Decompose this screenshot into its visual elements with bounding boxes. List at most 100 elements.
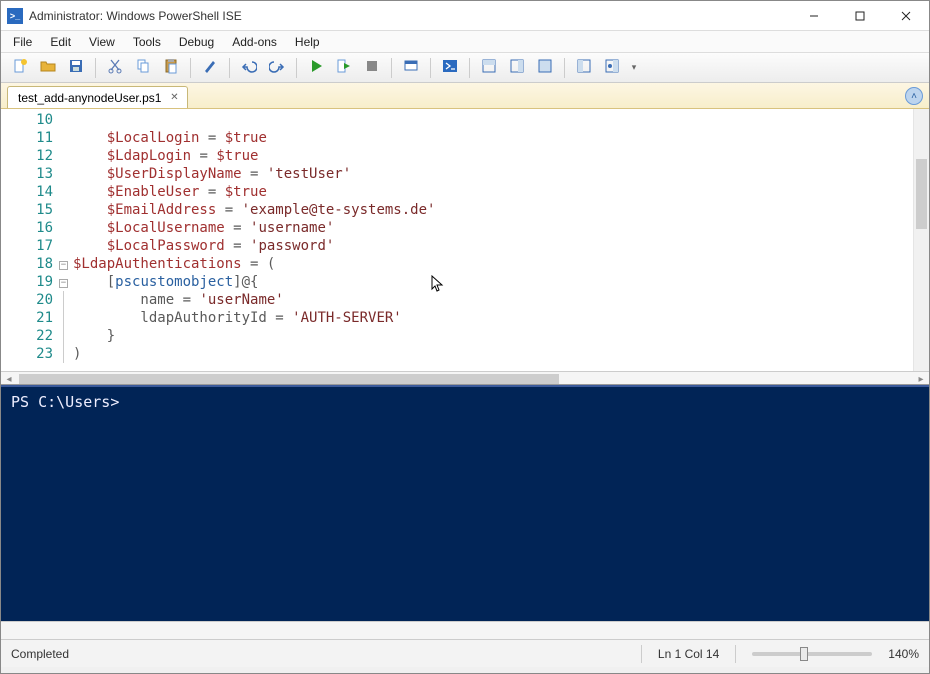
- code-line[interactable]: ): [73, 345, 929, 363]
- bottom-spacer: [1, 621, 929, 639]
- minimize-button[interactable]: [791, 1, 837, 30]
- fold-marker: [59, 327, 73, 345]
- menu-tools[interactable]: Tools: [125, 33, 169, 51]
- scrollbar-thumb[interactable]: [916, 159, 927, 229]
- code-line[interactable]: $EmailAddress = 'example@te-systems.de': [73, 201, 929, 219]
- code-content[interactable]: $LocalLogin = $true $LdapLogin = $true $…: [73, 109, 929, 371]
- scrollbar-thumb[interactable]: [19, 374, 559, 384]
- line-number: 17: [1, 237, 53, 255]
- new-button[interactable]: [7, 56, 33, 80]
- undo-button[interactable]: [236, 56, 262, 80]
- titlebar: >_ Administrator: Windows PowerShell ISE: [1, 1, 929, 31]
- code-line[interactable]: $LocalUsername = 'username': [73, 219, 929, 237]
- line-number-gutter: 1011121314151617181920212223: [1, 109, 59, 371]
- chevron-up-icon: ˄: [911, 91, 917, 102]
- code-line[interactable]: $LocalPassword = 'password': [73, 237, 929, 255]
- menu-addons[interactable]: Add-ons: [224, 33, 285, 51]
- paste-button[interactable]: [158, 56, 184, 80]
- run-selection-button[interactable]: [331, 56, 357, 80]
- code-line[interactable]: $EnableUser = $true: [73, 183, 929, 201]
- fold-marker[interactable]: −: [59, 273, 73, 291]
- menu-edit[interactable]: Edit: [42, 33, 79, 51]
- show-script-pane-max-button[interactable]: [532, 56, 558, 80]
- line-number: 21: [1, 309, 53, 327]
- menu-debug[interactable]: Debug: [171, 33, 222, 51]
- menu-file[interactable]: File: [5, 33, 40, 51]
- fold-marker: [59, 237, 73, 255]
- script-editor[interactable]: 1011121314151617181920212223 −− $LocalLo…: [1, 109, 929, 371]
- fold-marker: [59, 201, 73, 219]
- line-number: 22: [1, 327, 53, 345]
- command-addon-icon: [604, 58, 620, 77]
- line-number: 13: [1, 165, 53, 183]
- save-button[interactable]: [63, 56, 89, 80]
- chevron-down-icon: ▾: [632, 62, 637, 73]
- line-number: 10: [1, 111, 53, 129]
- maximize-button[interactable]: [837, 1, 883, 30]
- line-number: 11: [1, 129, 53, 147]
- cut-icon: [107, 58, 123, 77]
- script-tab[interactable]: test_add-anynodeUser.ps1 ✕: [7, 86, 188, 108]
- scroll-left-button[interactable]: ◂: [1, 372, 17, 386]
- tab-label: test_add-anynodeUser.ps1: [18, 91, 161, 105]
- pane-top-icon: [481, 58, 497, 77]
- fold-marker: [59, 165, 73, 183]
- close-button[interactable]: [883, 1, 929, 30]
- powershell-tab-button[interactable]: [437, 56, 463, 80]
- clear-button[interactable]: [197, 56, 223, 80]
- show-command-addon-button[interactable]: [599, 56, 625, 80]
- statusbar: Completed Ln 1 Col 14 140%: [1, 639, 929, 667]
- editor-horizontal-scrollbar[interactable]: ◂ ▸: [1, 371, 929, 385]
- line-number: 12: [1, 147, 53, 165]
- redo-button[interactable]: [264, 56, 290, 80]
- scroll-right-button[interactable]: ▸: [913, 372, 929, 386]
- new-remote-tab-button[interactable]: [398, 56, 424, 80]
- collapse-script-pane-button[interactable]: ˄: [905, 87, 923, 105]
- toolbar-separator: [190, 58, 191, 78]
- console-pane[interactable]: PS C:\Users>: [1, 385, 929, 621]
- app-icon: >_: [7, 8, 23, 24]
- folder-open-icon: [40, 58, 56, 77]
- code-line[interactable]: name = 'userName': [73, 291, 929, 309]
- editor-vertical-scrollbar[interactable]: [913, 109, 929, 371]
- close-icon: [901, 11, 911, 21]
- line-number: 18: [1, 255, 53, 273]
- code-line[interactable]: ldapAuthorityId = 'AUTH-SERVER': [73, 309, 929, 327]
- show-command-button[interactable]: [571, 56, 597, 80]
- code-line[interactable]: $LdapAuthentications = (: [73, 255, 929, 273]
- line-number: 14: [1, 183, 53, 201]
- code-line[interactable]: $LdapLogin = $true: [73, 147, 929, 165]
- run-button[interactable]: [303, 56, 329, 80]
- tab-close-button[interactable]: ✕: [167, 91, 181, 105]
- open-button[interactable]: [35, 56, 61, 80]
- code-line[interactable]: $UserDisplayName = 'testUser': [73, 165, 929, 183]
- code-line[interactable]: [73, 111, 929, 129]
- command-icon: [576, 58, 592, 77]
- line-number: 20: [1, 291, 53, 309]
- fold-marker: [59, 291, 73, 309]
- menu-help[interactable]: Help: [287, 33, 328, 51]
- stop-button[interactable]: [359, 56, 385, 80]
- window-title: Administrator: Windows PowerShell ISE: [29, 9, 791, 23]
- toolbar-separator: [95, 58, 96, 78]
- stop-icon: [364, 58, 380, 77]
- code-line[interactable]: }: [73, 327, 929, 345]
- new-file-icon: [12, 58, 28, 77]
- zoom-slider-knob[interactable]: [800, 647, 808, 661]
- toolbar-separator: [564, 58, 565, 78]
- fold-marker[interactable]: −: [59, 255, 73, 273]
- copy-button[interactable]: [130, 56, 156, 80]
- toolbar-overflow-button[interactable]: ▾: [627, 56, 641, 80]
- code-line[interactable]: [pscustomobject]@{: [73, 273, 929, 291]
- line-number: 23: [1, 345, 53, 363]
- show-script-pane-right-button[interactable]: [504, 56, 530, 80]
- zoom-level: 140%: [888, 647, 919, 661]
- zoom-slider[interactable]: [752, 652, 872, 656]
- show-script-pane-top-button[interactable]: [476, 56, 502, 80]
- toolbar: ▾: [1, 53, 929, 83]
- code-line[interactable]: $LocalLogin = $true: [73, 129, 929, 147]
- paste-icon: [163, 58, 179, 77]
- cut-button[interactable]: [102, 56, 128, 80]
- fold-column: −−: [59, 109, 73, 371]
- menu-view[interactable]: View: [81, 33, 123, 51]
